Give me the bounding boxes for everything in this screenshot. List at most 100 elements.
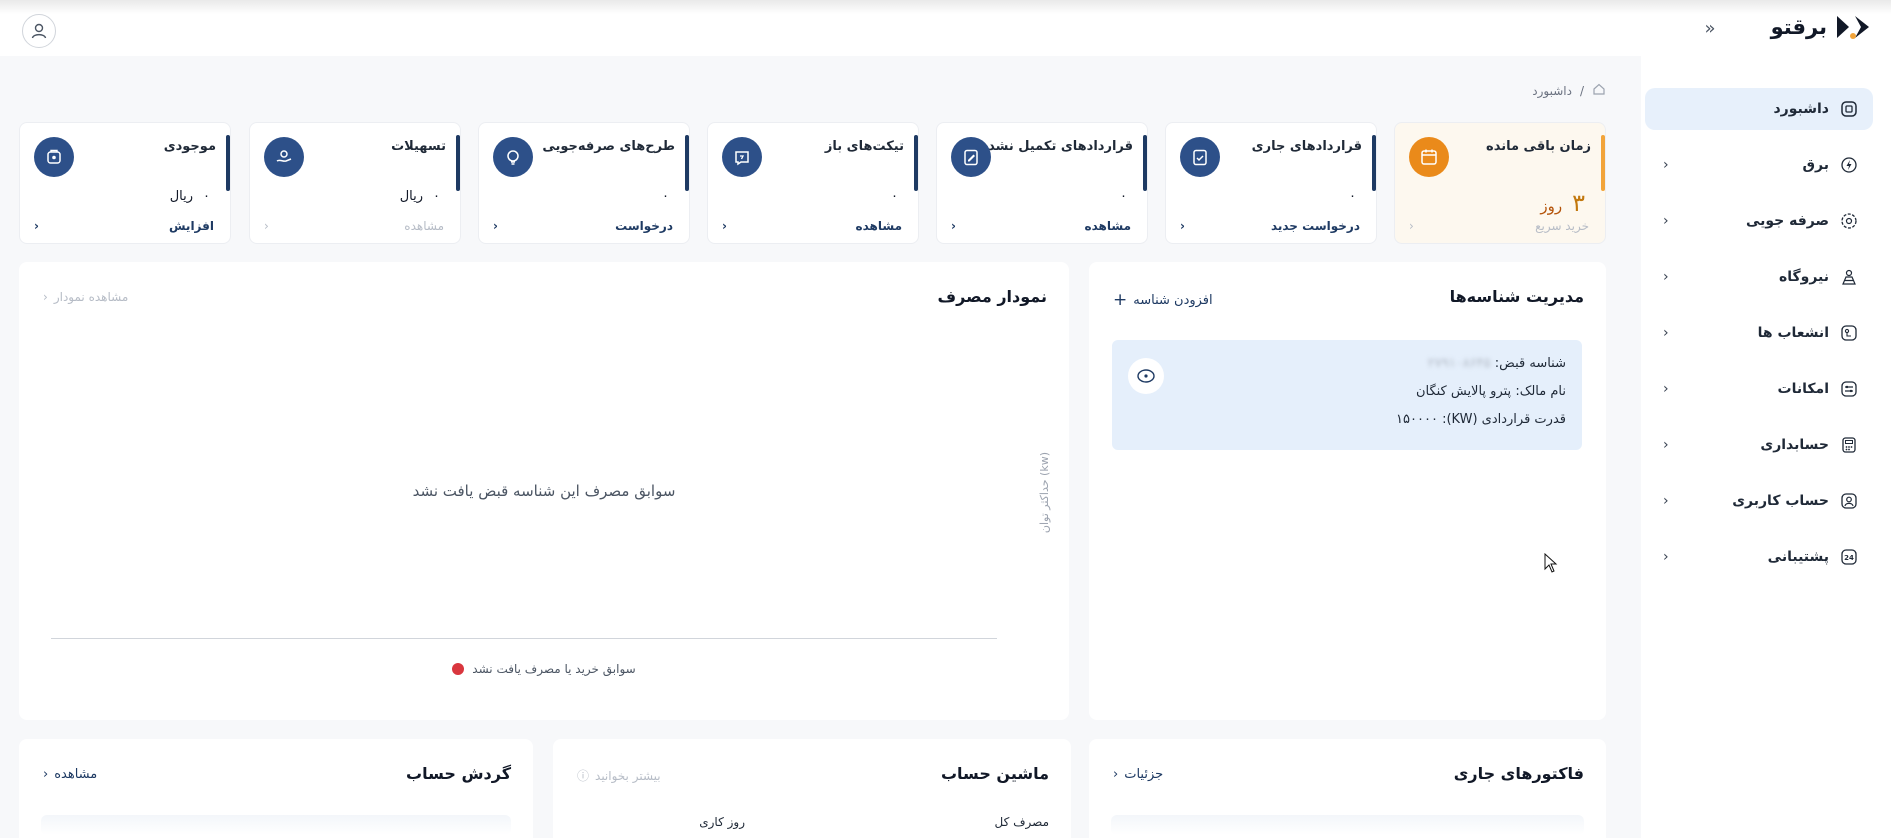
app-logo[interactable]: برقتو <box>1771 12 1873 42</box>
panel-title: ماشین حساب <box>940 764 1049 783</box>
user-icon[interactable] <box>22 14 56 48</box>
chevron-left-icon: ‹ <box>722 219 727 233</box>
info-icon: ⓘ <box>577 769 590 783</box>
logo-mark-icon <box>1837 16 1869 39</box>
add-id-label: افزودن شناسه <box>1133 292 1213 308</box>
bill-id-card[interactable]: شناسه قبض: ۲۷۹۱۰۸۶۴۵ نام مالک: پترو پالا… <box>1112 340 1582 450</box>
mouse-cursor-icon <box>1544 553 1558 573</box>
view-link[interactable]: مشاهده ‹ <box>951 219 1131 233</box>
invoice-list-placeholder <box>1111 815 1584 835</box>
chevron-left-icon: ‹ <box>1409 219 1414 233</box>
bulb-icon <box>493 137 533 177</box>
view-link[interactable]: مشاهده ‹ <box>264 219 444 233</box>
stat-card-balance: موجودی ۰ ریال افزایش ‹ <box>19 122 231 244</box>
sidebar-item-branches[interactable]: انشعاب ها ‹ <box>1645 312 1873 354</box>
capacity-value: ۱۵۰۰۰۰ <box>1396 412 1438 427</box>
ids-management-panel: مدیریت شناسه‌ها افزودن شناسه + شناسه قبض… <box>1089 262 1606 720</box>
sidebar-item-label: برق <box>1802 157 1829 173</box>
view-chart-label: مشاهده نمودار <box>53 290 129 304</box>
sidebar-item-account[interactable]: حساب کاربری ‹ <box>1645 480 1873 522</box>
home-icon[interactable] <box>1592 82 1606 99</box>
breadcrumb: / داشبورد <box>1532 82 1606 99</box>
card-value-number: ۰ <box>1120 189 1127 204</box>
card-accent <box>914 135 918 191</box>
card-link-label: درخواست جدید <box>1270 219 1360 233</box>
bill-id-label: شناسه قبض: <box>1494 356 1566 371</box>
top-bar: برقتو « <box>0 0 1891 56</box>
panel-title: فاکتورهای جاری <box>1453 764 1584 783</box>
bill-id-value: ۲۷۹۱۰۸۶۴۵ <box>1427 356 1491 371</box>
details-label: جزئیات <box>1124 767 1164 782</box>
chart-legend: سوابق خرید یا مصرف یافت نشد <box>19 662 1069 676</box>
chevron-icon: ‹ <box>1663 157 1669 173</box>
sidebar-item-dashboard[interactable]: داشبورد <box>1645 88 1873 130</box>
sidebar-item-support[interactable]: 24 پشتیبانی ‹ <box>1645 536 1873 578</box>
card-value: ۰ <box>1349 189 1356 204</box>
card-title: طرح‌های صرفه‌جویی <box>542 139 675 154</box>
stat-card-facilities: تسهیلات ۰ ریال مشاهده ‹ <box>249 122 461 244</box>
chevron-left-icon: ‹ <box>493 219 498 233</box>
view-turnover-link[interactable]: مشاهده ‹ <box>43 767 97 782</box>
card-title: موجودی <box>163 139 216 154</box>
account-icon <box>1839 491 1859 511</box>
hand-coin-icon <box>264 137 304 177</box>
sidebar-item-features[interactable]: امکانات ‹ <box>1645 368 1873 410</box>
panel-title: نمودار مصرف <box>937 287 1047 306</box>
card-value: ۰ ریال <box>400 189 440 204</box>
card-value: ۰ <box>1120 189 1127 204</box>
sidebar-item-savings[interactable]: صرفه جویی ‹ <box>1645 200 1873 242</box>
chevron-left-icon: ‹ <box>43 767 49 782</box>
card-accent <box>1143 135 1147 191</box>
owner-line: نام مالک: پترو پالایش کنگان <box>1416 384 1566 399</box>
chart-x-axis <box>51 638 997 639</box>
view-link[interactable]: مشاهده ‹ <box>722 219 902 233</box>
chevron-icon: ‹ <box>1663 381 1669 397</box>
sidebar-item-label: داشبورد <box>1773 101 1830 117</box>
panel-title: مدیریت شناسه‌ها <box>1449 287 1584 306</box>
card-accent <box>685 135 689 191</box>
sidebar-item-label: حسابداری <box>1760 437 1829 453</box>
request-link[interactable]: درخواست ‹ <box>493 219 673 233</box>
card-link-label: افزایش <box>168 219 214 233</box>
chevron-icon: ‹ <box>1663 549 1669 565</box>
power-plant-icon <box>1839 267 1859 287</box>
card-title: تسهیلات <box>391 139 446 154</box>
sidebar-item-power-plant[interactable]: نیروگاه ‹ <box>1645 256 1873 298</box>
stat-card-active-contracts: قراردادهای جاری ۰ درخواست جدید ‹ <box>1165 122 1377 244</box>
double-chevron-icon[interactable]: « <box>1699 18 1721 40</box>
features-icon <box>1839 379 1859 399</box>
current-invoices-panel: فاکتورهای جاری جزئیات ‹ <box>1089 739 1606 838</box>
invoice-details-link[interactable]: جزئیات ‹ <box>1113 767 1163 782</box>
card-value-number: ۰ <box>203 189 210 204</box>
sidebar-item-accounting[interactable]: حسابداری ‹ <box>1645 424 1873 466</box>
card-title: قراردادهای جاری <box>1251 139 1362 154</box>
sidebar-item-label: حساب کاربری <box>1732 493 1829 509</box>
new-request-link[interactable]: درخواست جدید ‹ <box>1180 219 1360 233</box>
logo-text: برقتو <box>1770 15 1827 39</box>
chevron-icon: ‹ <box>1663 437 1669 453</box>
ticket-icon <box>722 137 762 177</box>
sidebar-item-electricity[interactable]: برق ‹ <box>1645 144 1873 186</box>
capacity-label: قدرت قراردادی (KW): <box>1442 412 1566 427</box>
chevron-left-icon: ‹ <box>34 219 39 233</box>
sidebar-item-label: پشتیبانی <box>1767 549 1829 565</box>
read-more-link[interactable]: بیشتر بخوانید ⓘ <box>577 767 661 784</box>
card-value: ۰ <box>891 189 898 204</box>
card-value-unit: ریال <box>169 189 194 204</box>
add-id-button[interactable]: افزودن شناسه + <box>1113 290 1213 310</box>
sidebar-item-label: صرفه جویی <box>1745 213 1829 229</box>
view-chart-link[interactable]: مشاهده نمودار ‹ <box>43 290 128 304</box>
bill-id-line: شناسه قبض: ۲۷۹۱۰۸۶۴۵ <box>1428 356 1566 371</box>
card-accent <box>226 135 230 191</box>
quick-buy-link[interactable]: خرید سریع ‹ <box>1409 219 1589 233</box>
increase-link[interactable]: افزایش ‹ <box>34 219 214 233</box>
sidebar-item-label: امکانات <box>1777 381 1829 397</box>
eye-icon[interactable] <box>1128 358 1164 394</box>
card-link-label: مشاهده <box>404 219 444 233</box>
breadcrumb-current[interactable]: داشبورد <box>1532 84 1572 98</box>
card-accent <box>1601 135 1605 191</box>
panel-title: گردش حساب <box>405 764 511 783</box>
chevron-left-icon: ‹ <box>264 219 269 233</box>
chevron-icon: ‹ <box>1663 493 1669 509</box>
calendar-icon <box>1409 137 1449 177</box>
